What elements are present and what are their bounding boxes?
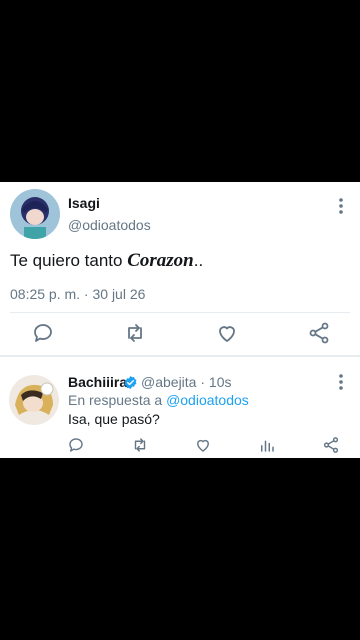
- reply-retweet-icon[interactable]: [131, 436, 149, 454]
- reply-handle-time[interactable]: @abejita · 10s: [141, 374, 231, 390]
- tweet-text: Te quiero tanto Corazon..: [10, 250, 203, 272]
- reply-more-options-icon[interactable]: [334, 372, 348, 392]
- reply-stats-icon[interactable]: [258, 436, 276, 454]
- share-icon[interactable]: [307, 321, 331, 345]
- avatar[interactable]: [10, 189, 60, 239]
- in-reply-to: En respuesta a @odioatodos: [68, 392, 249, 408]
- tweet-text-emphasis: Corazon: [127, 250, 194, 271]
- tweet-card: Isagi @odioatodos Te quiero tanto Corazo…: [0, 182, 360, 458]
- comment-icon[interactable]: [31, 321, 55, 345]
- reply-like-icon[interactable]: [194, 436, 212, 454]
- reply-share-icon[interactable]: [322, 436, 340, 454]
- display-name[interactable]: Isagi: [68, 195, 100, 211]
- divider: [10, 312, 350, 313]
- retweet-icon[interactable]: [123, 321, 147, 345]
- reply-avatar[interactable]: [9, 375, 59, 425]
- reply-text: Isa, que pasó?: [68, 411, 160, 427]
- reply-mention-link[interactable]: @odioatodos: [166, 392, 249, 408]
- tweet-separator: [0, 355, 360, 357]
- like-icon[interactable]: [215, 321, 239, 345]
- verified-badge-icon: [123, 375, 138, 390]
- tweet-text-tail: ..: [193, 251, 204, 270]
- main-tweet[interactable]: Isagi @odioatodos Te quiero tanto Corazo…: [0, 182, 360, 354]
- reply-prefix: En respuesta a: [68, 392, 167, 408]
- reply-comment-icon[interactable]: [67, 436, 85, 454]
- user-handle[interactable]: @odioatodos: [68, 217, 151, 233]
- tweet-text-plain: Te quiero tanto: [10, 251, 128, 270]
- reply-display-name[interactable]: Bachiiira: [68, 374, 127, 390]
- more-options-icon[interactable]: [334, 196, 348, 216]
- tweet-timestamp[interactable]: 08:25 p. m. · 30 jul 26: [10, 286, 145, 302]
